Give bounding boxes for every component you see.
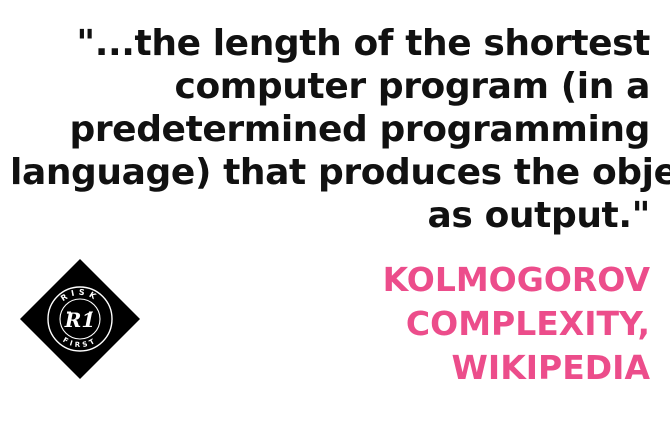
quote-text: "...the length of the shortest computer … [10,22,670,237]
quote-line: predetermined programming [69,109,650,150]
quote-line: language) that produces the object [10,152,670,193]
quote-card: "...the length of the shortest computer … [0,0,670,428]
attribution-line: KOLMOGOROV [382,260,650,299]
quote-line: "...the length of the shortest [76,23,650,64]
attribution: KOLMOGOROV COMPLEXITY, WIKIPEDIA [250,258,650,390]
quote-line: as output." [427,195,651,236]
quote-line: computer program (in a [174,66,651,107]
attribution-line: COMPLEXITY, [405,304,650,343]
risk-first-logo-icon: RISK FIRST R1 [20,259,140,379]
attribution-line: WIKIPEDIA [451,348,650,387]
